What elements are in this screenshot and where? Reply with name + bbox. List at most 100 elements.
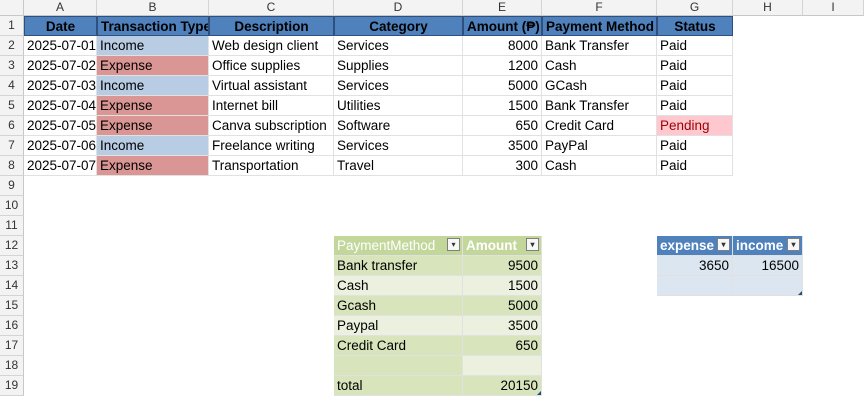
- payment-blank-cell[interactable]: [463, 356, 542, 376]
- column-header-e[interactable]: E: [463, 0, 542, 16]
- row-header-13[interactable]: 13: [0, 256, 24, 276]
- cell-category[interactable]: Utilities: [334, 96, 463, 116]
- payment-method-cell[interactable]: Paypal: [334, 316, 463, 336]
- cell-amount[interactable]: 300: [463, 156, 542, 176]
- header-type[interactable]: Transaction Type: [97, 16, 209, 36]
- table-resize-handle[interactable]: [798, 291, 802, 295]
- cell-date[interactable]: 2025-07-04: [24, 96, 97, 116]
- payment-blank-cell[interactable]: [334, 356, 463, 376]
- cell-date[interactable]: 2025-07-03: [24, 76, 97, 96]
- cell-status[interactable]: Paid: [657, 136, 733, 156]
- cell-payment-method[interactable]: Cash: [542, 156, 657, 176]
- row-header-7[interactable]: 7: [0, 136, 24, 156]
- table-resize-handle[interactable]: [537, 391, 541, 395]
- payment-amount-cell[interactable]: 3500: [463, 316, 542, 336]
- cell-date[interactable]: 2025-07-02: [24, 56, 97, 76]
- cell-date[interactable]: 2025-07-06: [24, 136, 97, 156]
- payment-method-cell[interactable]: Gcash: [334, 296, 463, 316]
- cell-status[interactable]: Paid: [657, 156, 733, 176]
- row-header-8[interactable]: 8: [0, 156, 24, 176]
- header-category[interactable]: Category: [334, 16, 463, 36]
- cell-date[interactable]: 2025-07-05: [24, 116, 97, 136]
- header-status[interactable]: Status: [657, 16, 733, 36]
- cell-category[interactable]: Software: [334, 116, 463, 136]
- cell-payment-method[interactable]: Bank Transfer: [542, 36, 657, 56]
- cell-transaction-type[interactable]: Expense: [97, 156, 209, 176]
- payment-method-cell[interactable]: Bank transfer: [334, 256, 463, 276]
- cell-status[interactable]: Paid: [657, 76, 733, 96]
- filter-dropdown-icon[interactable]: ▾: [787, 238, 800, 251]
- summary-blank-cell[interactable]: [657, 276, 733, 296]
- column-header-i[interactable]: I: [803, 0, 864, 16]
- cell-transaction-type[interactable]: Expense: [97, 56, 209, 76]
- cell-payment-method[interactable]: PayPal: [542, 136, 657, 156]
- cell-transaction-type[interactable]: Income: [97, 36, 209, 56]
- cell-category[interactable]: Services: [334, 76, 463, 96]
- payment-method-cell[interactable]: Cash: [334, 276, 463, 296]
- cell-transaction-type[interactable]: Expense: [97, 116, 209, 136]
- row-header-9[interactable]: 9: [0, 176, 24, 196]
- total-label[interactable]: total: [334, 376, 463, 396]
- row-header-11[interactable]: 11: [0, 216, 24, 236]
- header-date[interactable]: Date: [24, 16, 97, 36]
- cell-description[interactable]: Transportation: [209, 156, 334, 176]
- header-description[interactable]: Description: [209, 16, 334, 36]
- column-header-d[interactable]: D: [334, 0, 463, 16]
- cell-status[interactable]: Pending: [657, 116, 733, 136]
- cell-description[interactable]: Canva subscription: [209, 116, 334, 136]
- row-header-3[interactable]: 3: [0, 56, 24, 76]
- cell-amount[interactable]: 650: [463, 116, 542, 136]
- cell-payment-method[interactable]: GCash: [542, 76, 657, 96]
- cell-transaction-type[interactable]: Income: [97, 136, 209, 156]
- payment-amount-cell[interactable]: 5000: [463, 296, 542, 316]
- select-all-corner[interactable]: [0, 0, 24, 16]
- cell-amount[interactable]: 8000: [463, 36, 542, 56]
- cell-description[interactable]: Freelance writing: [209, 136, 334, 156]
- cell-status[interactable]: Paid: [657, 36, 733, 56]
- cell-date[interactable]: 2025-07-07: [24, 156, 97, 176]
- column-header-h[interactable]: H: [733, 0, 803, 16]
- payment-method-cell[interactable]: Credit Card: [334, 336, 463, 356]
- row-header-5[interactable]: 5: [0, 96, 24, 116]
- column-header-b[interactable]: B: [97, 0, 209, 16]
- cell-status[interactable]: Paid: [657, 56, 733, 76]
- column-header-f[interactable]: F: [542, 0, 657, 16]
- column-header-c[interactable]: C: [209, 0, 334, 16]
- row-header-16[interactable]: 16: [0, 316, 24, 336]
- filter-dropdown-icon[interactable]: ▾: [447, 238, 460, 251]
- cell-amount[interactable]: 1200: [463, 56, 542, 76]
- cell-transaction-type[interactable]: Expense: [97, 96, 209, 116]
- cell-description[interactable]: Internet bill: [209, 96, 334, 116]
- cell-date[interactable]: 2025-07-01: [24, 36, 97, 56]
- cell-category[interactable]: Services: [334, 36, 463, 56]
- cell-amount[interactable]: 3500: [463, 136, 542, 156]
- row-header-6[interactable]: 6: [0, 116, 24, 136]
- cell-payment-method[interactable]: Credit Card: [542, 116, 657, 136]
- row-header-12[interactable]: 12: [0, 236, 24, 256]
- cell-category[interactable]: Services: [334, 136, 463, 156]
- header-method[interactable]: Payment Method: [542, 16, 657, 36]
- column-header-g[interactable]: G: [657, 0, 733, 16]
- cell-category[interactable]: Supplies: [334, 56, 463, 76]
- row-header-19[interactable]: 19: [0, 376, 24, 396]
- column-header-a[interactable]: A: [24, 0, 97, 16]
- payment-amount-cell[interactable]: 1500: [463, 276, 542, 296]
- row-header-10[interactable]: 10: [0, 196, 24, 216]
- income-total[interactable]: 16500: [733, 256, 803, 276]
- payment-method-header[interactable]: PaymentMethod ▾: [334, 236, 463, 256]
- header-amount[interactable]: Amount (₱): [463, 16, 542, 36]
- total-value[interactable]: 20150: [463, 376, 542, 396]
- cell-payment-method[interactable]: Bank Transfer: [542, 96, 657, 116]
- cell-status[interactable]: Paid: [657, 96, 733, 116]
- cell-payment-method[interactable]: Cash: [542, 56, 657, 76]
- row-header-18[interactable]: 18: [0, 356, 24, 376]
- cell-transaction-type[interactable]: Income: [97, 76, 209, 96]
- row-header-2[interactable]: 2: [0, 36, 24, 56]
- filter-dropdown-icon[interactable]: ▾: [717, 238, 730, 251]
- amount-header[interactable]: Amount ▾: [463, 236, 542, 256]
- row-header-15[interactable]: 15: [0, 296, 24, 316]
- expense-total[interactable]: 3650: [657, 256, 733, 276]
- income-header[interactable]: income ▾: [733, 236, 803, 256]
- expense-header[interactable]: expense ▾: [657, 236, 733, 256]
- cell-category[interactable]: Travel: [334, 156, 463, 176]
